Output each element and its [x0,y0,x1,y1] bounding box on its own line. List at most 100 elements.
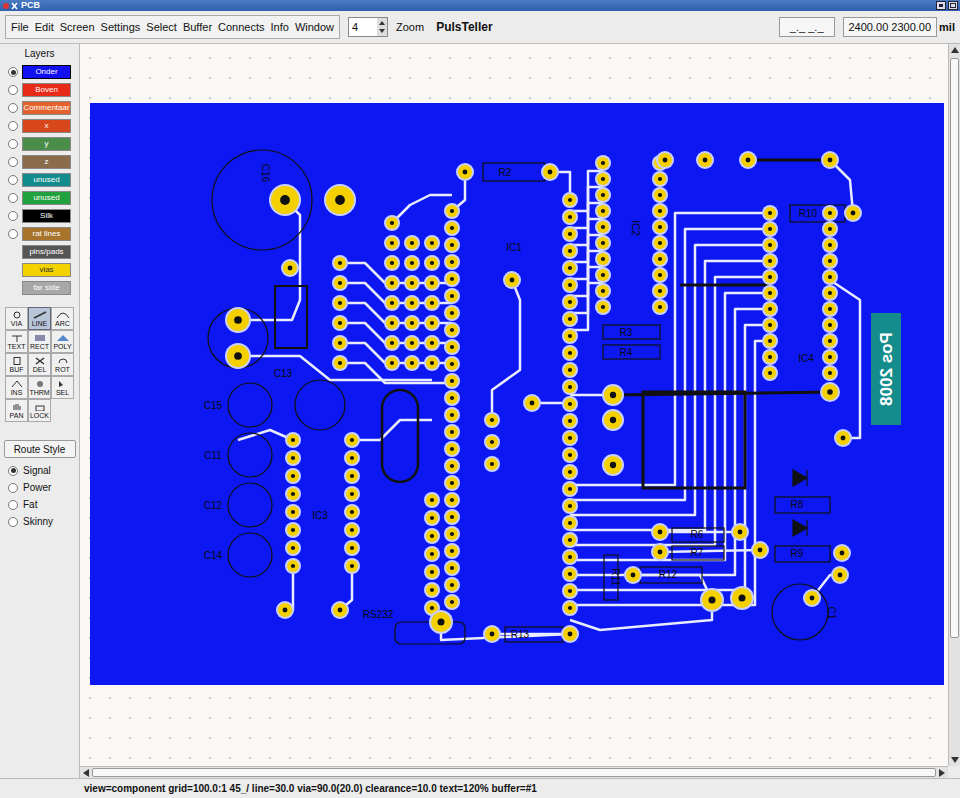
layer-row[interactable]: x [8,119,71,133]
tool-button[interactable]: LOCK [28,399,51,422]
layer-row[interactable]: rat lines [8,227,71,241]
component-label: RS232 [363,609,394,620]
radio-dot[interactable] [8,103,18,113]
tool-button[interactable]: DEL [28,353,51,376]
radio-dot[interactable] [8,67,18,77]
component-label: IC1 [506,242,522,253]
tool-button[interactable]: BUF [5,353,28,376]
menu-item[interactable]: Settings [101,19,141,36]
traces [238,160,860,640]
radio-dot[interactable] [8,466,18,476]
menu-item[interactable]: Info [271,19,289,36]
tool-button[interactable]: ROT [51,353,74,376]
radio-dot[interactable] [8,121,18,131]
zoom-label: Zoom [396,19,424,36]
radio-dot[interactable] [8,139,18,149]
zoom-value[interactable]: 4 [349,19,377,36]
layer-button[interactable]: Silk [22,209,71,223]
tool-icon [10,357,24,365]
tool-icon [56,357,70,365]
layer-button[interactable]: unused [22,173,71,187]
tool-button[interactable]: INS [5,376,28,399]
route-style-option[interactable]: Signal [8,464,71,477]
spinner-arrows-icon[interactable] [377,18,387,36]
zoom-spinner[interactable]: 4 [348,17,388,37]
scroll-left-icon[interactable] [80,769,92,777]
menu-item[interactable]: Buffer [183,19,212,36]
route-style-option[interactable]: Fat [8,498,71,511]
pcb-drawing[interactable]: C16R2IC1IC2R10R3R4IC4C13C15C11C12C14IC3R… [80,44,948,766]
tool-button[interactable]: PAN [5,399,28,422]
tool-button[interactable]: ARC [51,307,74,330]
layer-row[interactable]: y [8,137,71,151]
tool-grid: VIALINEARC TEXTRECTPOLY BUFDELROT INSTHRMSE… [5,307,74,422]
component-label: R10 [799,208,818,219]
menu-item[interactable]: Screen [60,19,95,36]
tool-button[interactable]: RECT [28,330,51,353]
scroll-thumb[interactable] [92,768,936,777]
menu-item[interactable]: Edit [35,19,54,36]
tool-button[interactable]: SEL [51,376,74,399]
route-style-button[interactable]: Route Style [4,440,76,458]
layer-button[interactable]: Onder [22,65,71,79]
layer-button[interactable]: Boven [22,83,71,97]
tool-icon [56,334,70,342]
menu-item[interactable]: Connects [218,19,264,36]
layer-row[interactable]: Silk [8,209,71,223]
route-style-option[interactable]: Power [8,481,71,494]
layer-row[interactable]: z [8,155,71,169]
route-style-option[interactable]: Skinny [8,515,71,528]
tool-icon [56,380,70,388]
layer-row[interactable]: vias [8,263,71,277]
tool-icon [33,311,47,319]
tool-button[interactable]: THRM [28,376,51,399]
radio-dot[interactable] [8,85,18,95]
menu-item[interactable]: Select [146,19,177,36]
layer-button[interactable]: z [22,155,71,169]
component-label: R13 [511,629,530,640]
layer-row[interactable]: Boven [8,83,71,97]
tool-button[interactable]: TEXT [5,330,28,353]
horizontal-scrollbar[interactable] [80,766,948,778]
radio-dot[interactable] [8,500,18,510]
window-buttons-icon[interactable] [936,1,958,10]
layer-button[interactable]: far side [22,281,71,295]
layer-row[interactable]: unused [8,173,71,187]
layers-title: Layers [24,46,54,61]
scroll-up-icon[interactable] [951,47,959,53]
layer-row[interactable]: Onder [8,65,71,79]
scroll-down-icon[interactable] [951,757,959,763]
layer-row[interactable]: Commentaar [8,101,71,115]
radio-dot[interactable] [8,211,18,221]
component-label: C14 [204,550,223,561]
layer-button[interactable]: y [22,137,71,151]
title-bar: PCB [0,0,960,11]
layer-row[interactable]: pins/pads [8,245,71,259]
menu-item[interactable]: File [11,19,29,36]
component-label: R8 [791,499,804,510]
radio-dot[interactable] [8,517,18,527]
layer-button[interactable]: vias [22,263,71,277]
layer-button[interactable]: rat lines [22,227,71,241]
menu-item[interactable]: Window [295,19,334,36]
tool-button[interactable]: POLY [51,330,74,353]
tool-button[interactable]: VIA [5,307,28,330]
layer-button[interactable]: x [22,119,71,133]
vertical-scrollbar[interactable] [948,44,960,766]
layer-button[interactable]: pins/pads [22,245,71,259]
component-label: R4 [620,347,633,358]
radio-dot[interactable] [8,483,18,493]
layer-row[interactable]: far side [8,281,71,295]
radio-dot[interactable] [8,193,18,203]
layer-button[interactable]: Commentaar [22,101,71,115]
tool-button[interactable]: LINE [28,307,51,330]
layer-button[interactable]: unused [22,191,71,205]
board-canvas[interactable]: C16R2IC1IC2R10R3R4IC4C13C15C11C12C14IC3R… [80,44,948,766]
radio-dot[interactable] [8,175,18,185]
radio-dot[interactable] [8,229,18,239]
scroll-thumb[interactable] [950,58,959,638]
radio-dot[interactable] [8,157,18,167]
component-label: R2 [499,167,512,178]
layer-row[interactable]: unused [8,191,71,205]
scroll-right-icon[interactable] [936,769,948,777]
